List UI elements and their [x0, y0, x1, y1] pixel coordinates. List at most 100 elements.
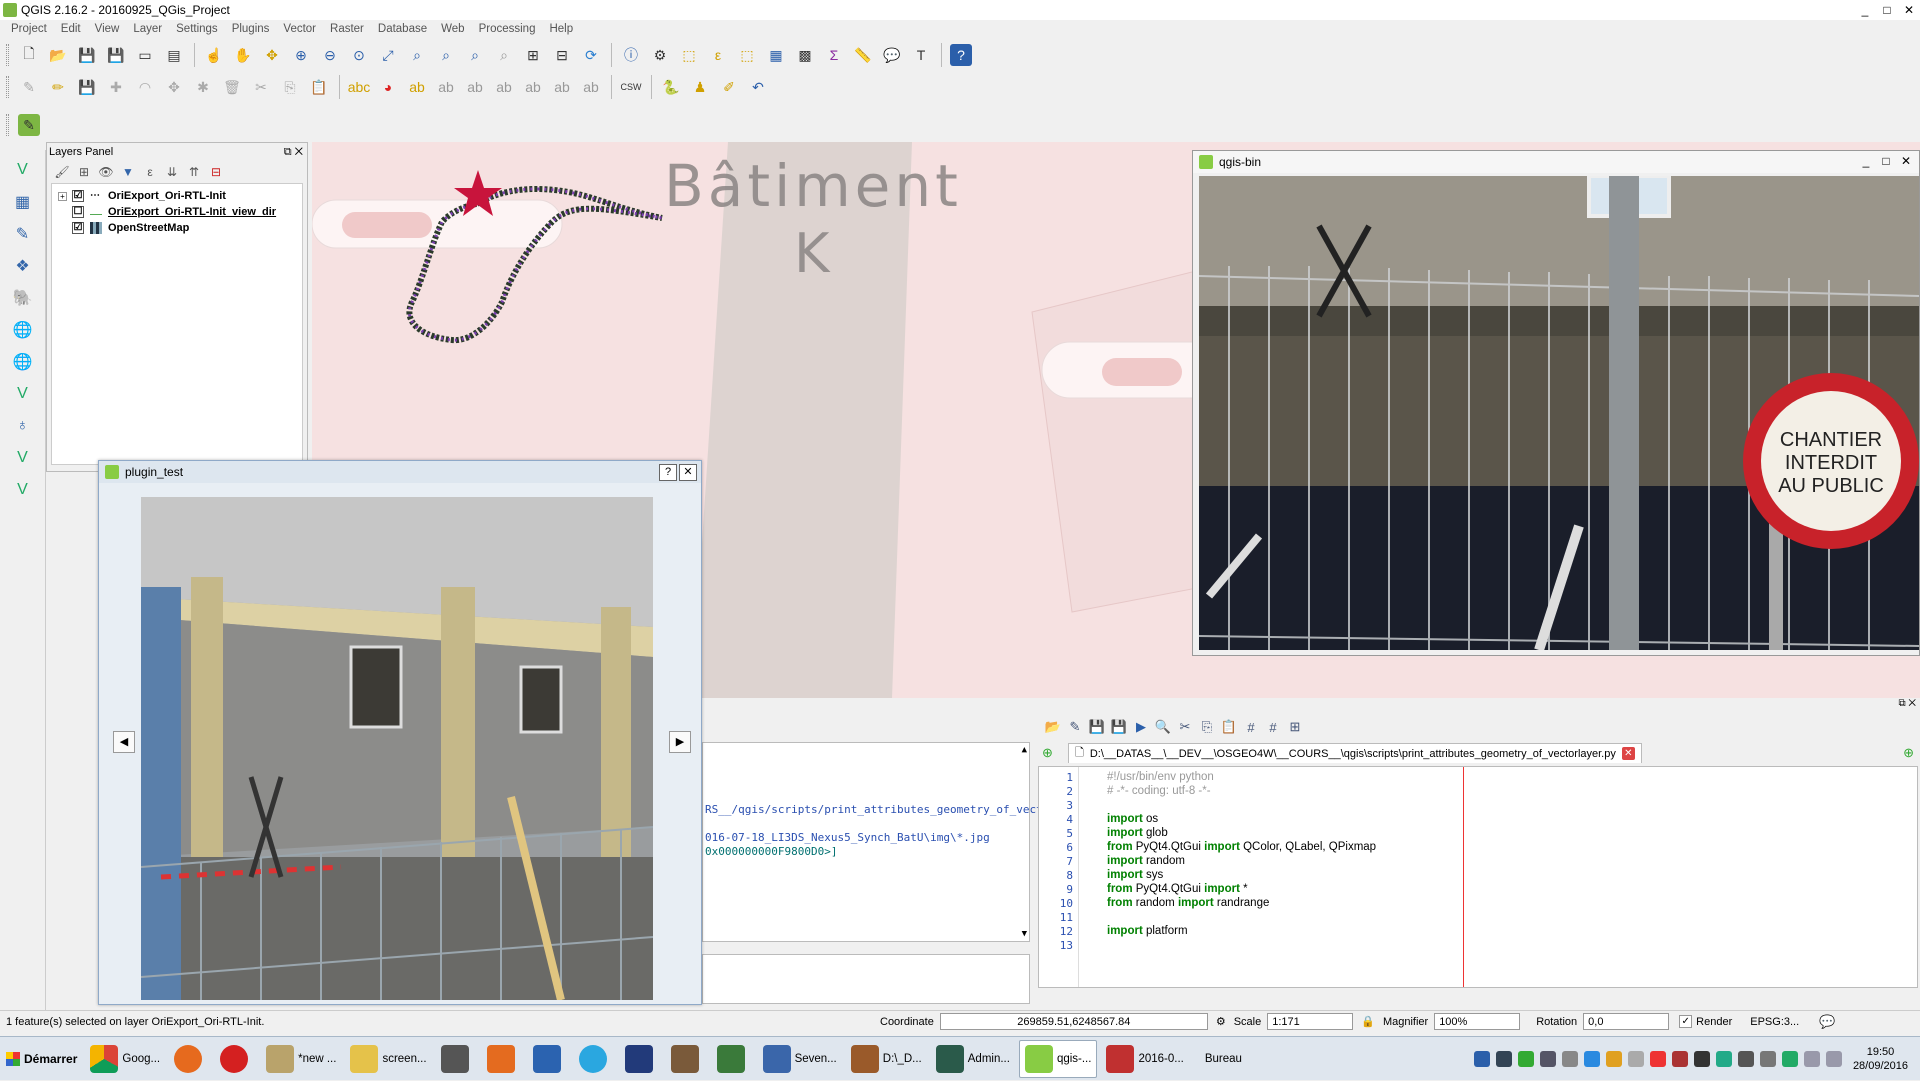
tray-app-icon[interactable] [1737, 1051, 1754, 1067]
previous-image-button[interactable]: ◀ [113, 731, 135, 753]
tab-list-icon[interactable]: ⊕ [1903, 745, 1914, 761]
paste-features-icon[interactable]: 📋 [308, 76, 330, 98]
cut-icon[interactable]: ✂ [1174, 719, 1196, 735]
expand-toggle[interactable]: + [58, 191, 67, 201]
minimize-button[interactable]: _ [1854, 0, 1876, 19]
close-button[interactable]: ✕ [679, 464, 697, 481]
remove-layer-icon[interactable]: ⊟ [205, 165, 227, 179]
add-postgis-icon[interactable]: 🐘 [9, 285, 37, 311]
statistics-icon[interactable]: Σ [823, 44, 845, 66]
object-inspector-icon[interactable]: ⊞ [1284, 719, 1306, 735]
magnifier-spinbox[interactable]: 100% [1434, 1013, 1521, 1030]
pan-icon[interactable]: ✋ [232, 44, 254, 66]
close-button[interactable]: ✕ [1897, 154, 1915, 171]
tray-app-icon[interactable] [1715, 1051, 1732, 1067]
task-qgis[interactable]: qgis-... [1018, 1039, 1098, 1078]
save-icon[interactable]: 💾 [1086, 719, 1108, 735]
copy-features-icon[interactable]: ⎘ [279, 76, 301, 98]
menu-edit[interactable]: Edit [54, 23, 88, 35]
menu-layer[interactable]: Layer [126, 23, 169, 35]
toggle-extents-icon[interactable]: ⚙ [1216, 1015, 1226, 1028]
menu-help[interactable]: Help [542, 23, 580, 35]
style-icon[interactable]: 🖌 [51, 165, 73, 179]
tray-app-icon[interactable] [1671, 1051, 1688, 1067]
action-icon[interactable]: ⚙ [649, 44, 671, 66]
menu-raster[interactable]: Raster [323, 23, 371, 35]
task-app-7[interactable] [482, 1040, 524, 1078]
expand-all-icon[interactable]: ⇊ [161, 165, 183, 179]
add-spatialite-icon[interactable]: ❖ [9, 253, 37, 279]
task-python[interactable] [528, 1040, 570, 1078]
refresh-icon[interactable]: ⟳ [580, 44, 602, 66]
find-icon[interactable]: 🔍 [1152, 719, 1174, 735]
move-feature-icon[interactable]: ✥ [163, 76, 185, 98]
task-chrome[interactable]: Goog... [85, 1040, 165, 1078]
layer-labeling-icon[interactable]: ab [406, 76, 428, 98]
manage-visibility-icon[interactable]: 👁 [95, 165, 117, 179]
uncomment-icon[interactable]: # [1262, 720, 1284, 735]
tray-app-icon[interactable] [1517, 1051, 1534, 1067]
change-label-icon[interactable]: ab [580, 76, 602, 98]
identify-icon[interactable]: ⓘ [620, 44, 642, 66]
menu-settings[interactable]: Settings [169, 23, 225, 35]
task-admin[interactable]: Admin... [931, 1040, 1015, 1078]
tray-network-icon[interactable] [1495, 1051, 1512, 1067]
new-tab-icon[interactable]: ⊕ [1042, 745, 1053, 761]
text-annotation-icon[interactable]: T [910, 44, 932, 66]
close-button[interactable]: ✕ [1898, 0, 1920, 19]
zoom-selection-icon[interactable]: ⌕ [406, 44, 428, 66]
system-clock[interactable]: 19:50 28/09/2016 [1853, 1045, 1908, 1073]
map-tips-icon[interactable]: 💬 [881, 44, 903, 66]
render-checkbox[interactable]: ✓ [1679, 1015, 1693, 1028]
add-group-icon[interactable]: ⊞ [73, 165, 95, 179]
menu-view[interactable]: View [88, 23, 127, 35]
start-button[interactable]: Démarrer [0, 1041, 83, 1077]
toolbar-grip[interactable] [6, 76, 9, 98]
help-button[interactable]: ? [659, 464, 677, 481]
tray-drive-icon[interactable] [1561, 1051, 1578, 1067]
task-firefox[interactable] [169, 1040, 211, 1078]
tray-volume-icon[interactable] [1825, 1051, 1842, 1067]
add-circular-string-icon[interactable]: ◠ [134, 76, 156, 98]
task-app-6[interactable] [436, 1040, 478, 1078]
layer-visibility-checkbox[interactable]: ☐ [72, 206, 84, 218]
console-input[interactable] [702, 954, 1030, 1004]
zoom-in-icon[interactable]: ⊕ [290, 44, 312, 66]
field-calculator-icon[interactable]: ▩ [794, 44, 816, 66]
tray-app-icon[interactable] [1781, 1051, 1798, 1067]
task-opera[interactable] [215, 1040, 257, 1078]
add-feature-icon[interactable]: ✚ [105, 76, 127, 98]
coordinate-field[interactable]: 269859.51,6248567.84 [939, 1013, 1208, 1030]
panel-float-close[interactable]: ⧉ ✕ [284, 146, 307, 159]
plugin-b-icon[interactable]: ✐ [718, 76, 740, 98]
console-output[interactable]: RS__/qgis/scripts/print_attributes_geome… [702, 742, 1043, 942]
task-virtualbox[interactable] [620, 1040, 662, 1078]
tray-app-icon[interactable] [1539, 1051, 1556, 1067]
touch-zoom-icon[interactable]: ☝ [203, 44, 225, 66]
show-hide-labels-icon[interactable]: ab [493, 76, 515, 98]
tray-app-icon[interactable] [1649, 1051, 1666, 1067]
save-edits-icon[interactable]: 💾 [76, 76, 98, 98]
toolbar-grip[interactable] [6, 114, 9, 136]
new-bookmark-icon[interactable]: ⊞ [522, 44, 544, 66]
node-tool-icon[interactable]: ✱ [192, 76, 214, 98]
undo-icon[interactable]: ↶ [747, 76, 769, 98]
open-file-icon[interactable]: 📂 [1042, 719, 1064, 735]
diagram-icon[interactable]: ◕ [377, 76, 399, 98]
save-as-icon[interactable]: 💾 [105, 44, 127, 66]
menu-database[interactable]: Database [371, 23, 434, 35]
zoom-last-icon[interactable]: ⌕ [464, 44, 486, 66]
task-sublime[interactable]: D:\_D... [846, 1040, 927, 1078]
move-label-icon[interactable]: ab [522, 76, 544, 98]
minimize-button[interactable]: _ [1857, 154, 1875, 171]
paste-icon[interactable]: 📋 [1218, 719, 1240, 735]
zoom-native-icon[interactable]: ⊙ [348, 44, 370, 66]
task-docker[interactable] [574, 1040, 616, 1078]
new-shapefile-icon[interactable]: V [9, 445, 37, 471]
tray-app-icon[interactable] [1759, 1051, 1776, 1067]
show-bookmarks-icon[interactable]: ⊟ [551, 44, 573, 66]
task-notepad[interactable]: *new ... [261, 1040, 341, 1078]
scroll-up-icon[interactable]: ▲ [1022, 745, 1027, 755]
add-virtual-layer-icon[interactable]: V [9, 381, 37, 407]
tray-app-icon[interactable] [1627, 1051, 1644, 1067]
